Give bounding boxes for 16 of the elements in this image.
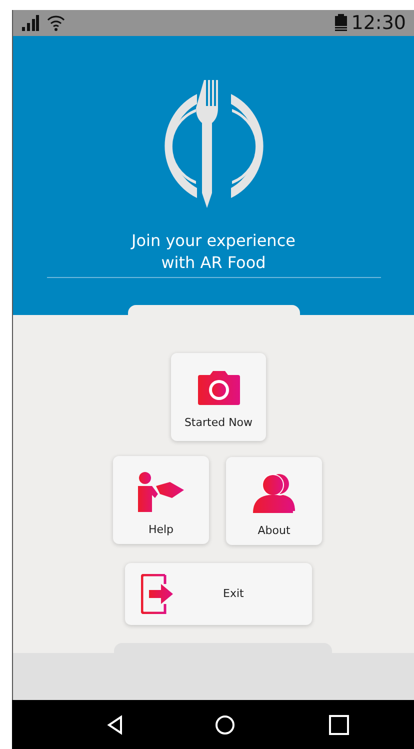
menu-button[interactable]: Started Now: [171, 353, 266, 441]
signal-icon: [21, 15, 39, 31]
clock: 12:30: [351, 14, 406, 32]
wifi-icon: [47, 15, 65, 31]
menu-button[interactable]: About: [226, 457, 322, 545]
menu-button[interactable]: Exit: [125, 563, 312, 625]
camera-icon: [198, 371, 240, 405]
user-icon: [253, 473, 295, 513]
headline: Join your experience with AR Food: [130, 230, 296, 274]
recents-icon[interactable]: [329, 714, 349, 734]
exit-icon: [141, 574, 175, 614]
home-icon[interactable]: [215, 714, 235, 734]
back-icon[interactable]: [107, 714, 123, 734]
battery-icon: [335, 14, 348, 32]
reading-person-icon: [138, 472, 184, 512]
menu-button[interactable]: Help: [113, 456, 209, 544]
